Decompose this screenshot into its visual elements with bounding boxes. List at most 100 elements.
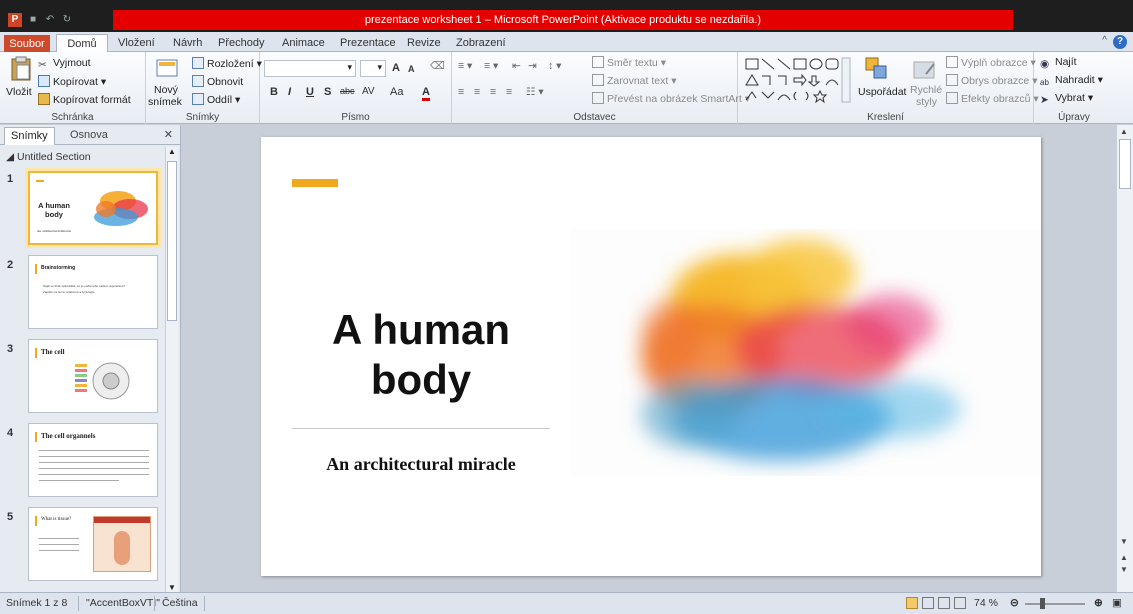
- decrease-indent-icon[interactable]: ⇤: [512, 60, 521, 72]
- bold-button[interactable]: B: [270, 86, 278, 98]
- tab-review[interactable]: Revize: [407, 34, 441, 52]
- char-spacing-button[interactable]: AV: [362, 86, 375, 97]
- language-indicator[interactable]: Čeština: [162, 597, 198, 609]
- numbering-icon[interactable]: ≡ ▾: [484, 60, 498, 72]
- align-center-icon[interactable]: ≡: [474, 86, 480, 98]
- font-size-dropdown[interactable]: ▾: [360, 60, 386, 77]
- text-direction-button[interactable]: Směr textu ▾: [592, 56, 666, 69]
- shapes-gallery[interactable]: [744, 56, 852, 104]
- zoom-slider-knob[interactable]: [1040, 598, 1045, 609]
- scroll-up-icon[interactable]: ▲: [1120, 127, 1128, 136]
- zoom-in-icon[interactable]: ⊕: [1094, 597, 1103, 609]
- scroll-down-icon[interactable]: ▼: [168, 583, 176, 592]
- minimize-ribbon-icon[interactable]: ^: [1102, 35, 1107, 46]
- slide-subtitle[interactable]: An architectural miracle: [292, 454, 550, 475]
- previous-slide-icon[interactable]: ▲: [1120, 553, 1128, 562]
- tab-slideshow[interactable]: Prezentace: [340, 34, 396, 52]
- slide-thumbnail-4[interactable]: The cell organnels: [28, 423, 158, 497]
- tab-slides[interactable]: Snímky: [4, 127, 55, 145]
- reading-view-icon[interactable]: [938, 597, 950, 609]
- shape-outline-button[interactable]: Obrys obrazce ▾: [946, 74, 1037, 87]
- shrink-font-button[interactable]: A: [408, 64, 415, 74]
- slide-thumbnail-2[interactable]: Brainstorming Najdi ve třídě spáružáka, …: [28, 255, 158, 329]
- theme-name[interactable]: "AccentBoxVTI": [86, 597, 160, 609]
- grow-font-button[interactable]: A: [392, 62, 400, 74]
- underline-button[interactable]: U: [306, 86, 314, 98]
- scrollbar-thumb[interactable]: [1119, 139, 1131, 189]
- align-text-button[interactable]: Zarovnat text ▾: [592, 74, 676, 87]
- new-slide-label-1[interactable]: Nový: [154, 84, 178, 96]
- close-icon[interactable]: ✕: [164, 128, 173, 141]
- slide-sorter-view-icon[interactable]: [922, 597, 934, 609]
- smartart-button[interactable]: Převést na obrázek SmartArt ▾: [592, 92, 750, 105]
- undo-icon[interactable]: ↶: [44, 14, 56, 26]
- slide-title[interactable]: A human body: [292, 305, 550, 405]
- scroll-down-icon[interactable]: ▼: [1120, 537, 1128, 546]
- tab-file[interactable]: Soubor: [4, 35, 50, 52]
- font-color-button[interactable]: A: [422, 86, 430, 101]
- scroll-up-icon[interactable]: ▲: [168, 147, 176, 156]
- layout-button[interactable]: Rozložení ▾: [192, 57, 262, 70]
- font-name-dropdown[interactable]: ▾: [264, 60, 356, 77]
- colored-smoke-image[interactable]: [571, 229, 1041, 476]
- quick-styles-label-1[interactable]: Rychlé: [910, 84, 942, 96]
- save-icon[interactable]: ■: [27, 14, 39, 26]
- normal-view-icon[interactable]: [906, 597, 918, 609]
- shape-effects-button[interactable]: Efekty obrazců ▾: [946, 92, 1039, 105]
- cut-button[interactable]: ✂ Vyjmout: [38, 57, 91, 71]
- zoom-slider[interactable]: [1025, 603, 1085, 605]
- new-slide-label-2[interactable]: snímek: [148, 96, 182, 108]
- help-icon[interactable]: ?: [1113, 35, 1127, 49]
- quick-styles-icon[interactable]: [912, 56, 938, 82]
- fit-to-window-icon[interactable]: ▣: [1112, 597, 1122, 609]
- slides-panel-scrollbar[interactable]: ▲ ▼: [165, 147, 178, 592]
- title-divider: [292, 428, 550, 429]
- tab-view[interactable]: Zobrazení: [456, 34, 506, 52]
- copy-button[interactable]: Kopírovat ▾: [38, 75, 106, 88]
- quick-styles-label-2[interactable]: styly: [916, 96, 937, 108]
- increase-indent-icon[interactable]: ⇥: [528, 60, 537, 72]
- arrange-icon[interactable]: [864, 56, 890, 82]
- change-case-button[interactable]: Aa: [390, 86, 403, 98]
- columns-icon[interactable]: ☷ ▾: [526, 86, 544, 98]
- justify-icon[interactable]: ≡: [506, 86, 512, 98]
- format-painter-button[interactable]: Kopírovat formát: [38, 93, 131, 106]
- align-right-icon[interactable]: ≡: [490, 86, 496, 98]
- bullets-icon[interactable]: ≡ ▾: [458, 60, 472, 72]
- zoom-level[interactable]: 74 %: [974, 597, 998, 609]
- paste-button[interactable]: Vložit: [6, 86, 32, 98]
- find-button[interactable]: ◉ Najít: [1040, 56, 1077, 70]
- tab-home[interactable]: Domů: [56, 34, 108, 53]
- redo-icon[interactable]: ↻: [61, 14, 73, 26]
- next-slide-icon[interactable]: ▼: [1120, 565, 1128, 574]
- paste-icon[interactable]: [8, 56, 34, 82]
- slide-thumbnail-1[interactable]: A human body An architectural miracle: [28, 171, 158, 245]
- arrange-button[interactable]: Uspořádat: [858, 86, 906, 98]
- section-header[interactable]: ◢ Untitled Section: [6, 151, 91, 163]
- section-button[interactable]: Oddíl ▾: [192, 93, 240, 106]
- tab-outline[interactable]: Osnova: [64, 127, 114, 145]
- align-left-icon[interactable]: ≡: [458, 86, 464, 98]
- powerpoint-logo-icon[interactable]: P: [8, 13, 22, 27]
- new-slide-icon[interactable]: [154, 56, 180, 82]
- clear-formatting-icon[interactable]: ⌫: [430, 60, 445, 72]
- slideshow-view-icon[interactable]: [954, 597, 966, 609]
- line-spacing-icon[interactable]: ↕ ▾: [548, 60, 561, 72]
- select-button[interactable]: ➤ Vybrat ▾: [1040, 92, 1093, 106]
- tab-animations[interactable]: Animace: [282, 34, 325, 52]
- reset-button[interactable]: Obnovit: [192, 75, 243, 88]
- zoom-out-icon[interactable]: ⊝: [1010, 597, 1019, 609]
- slide-thumbnail-3[interactable]: The cell: [28, 339, 158, 413]
- current-slide[interactable]: A human body An architectural miracle: [261, 137, 1041, 576]
- slide-scrollbar[interactable]: ▲ ▼ ▲ ▼: [1116, 125, 1133, 592]
- tab-design[interactable]: Návrh: [173, 34, 202, 52]
- shadow-button[interactable]: S: [324, 86, 331, 98]
- scrollbar-thumb[interactable]: [167, 161, 177, 321]
- tab-transitions[interactable]: Přechody: [218, 34, 264, 52]
- slide-thumbnail-5[interactable]: What is tissue?: [28, 507, 158, 581]
- italic-button[interactable]: I: [288, 86, 291, 98]
- tab-insert[interactable]: Vložení: [118, 34, 155, 52]
- shape-fill-button[interactable]: Výplň obrazce ▾: [946, 56, 1036, 69]
- strikethrough-button[interactable]: abc: [340, 86, 355, 96]
- replace-button[interactable]: ab Nahradit ▾: [1040, 74, 1103, 90]
